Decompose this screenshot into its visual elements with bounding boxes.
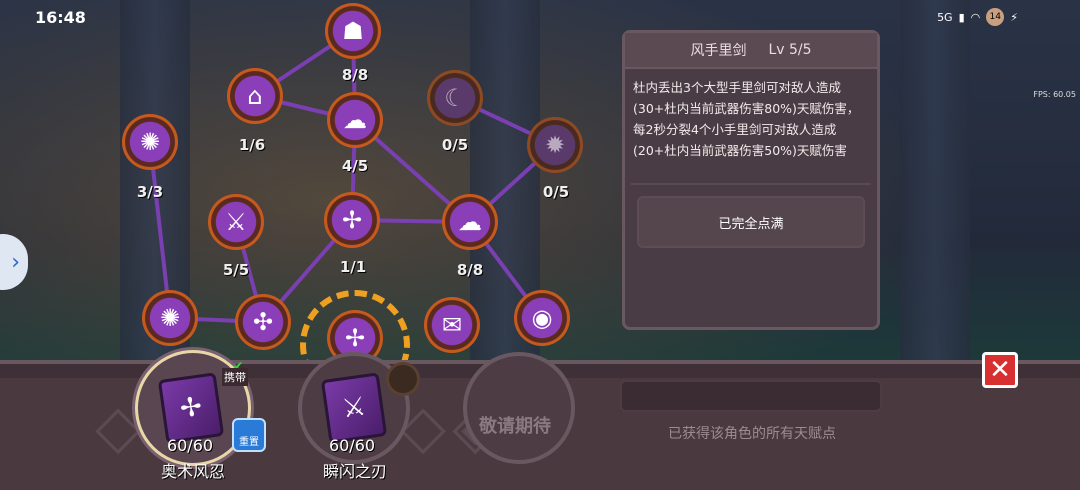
hood-icon: ☗ — [342, 17, 364, 45]
cloud-icon: ☁ — [458, 208, 482, 236]
reset-button[interactable]: 重置 — [232, 418, 266, 452]
talent-node-web[interactable]: ✺ — [142, 290, 198, 346]
talent-level: 0/5 — [542, 183, 570, 201]
skill-slot-name: 瞬闪之刃 — [322, 462, 388, 481]
talent-node-net[interactable]: ✺ — [122, 114, 178, 170]
talent-name: 风手里剑 — [690, 43, 747, 59]
spellbook-icon: ✢ — [157, 372, 225, 444]
talent-node-sickle[interactable]: ☾ — [427, 70, 483, 126]
maxed-status-button[interactable]: 已完全点满 — [637, 196, 865, 248]
shuriken-small-icon: ✢ — [344, 324, 366, 352]
talent-level: 8/8 — [341, 66, 369, 84]
name-bar — [620, 380, 882, 412]
net-icon: ✺ — [139, 128, 161, 156]
equipped-badge: 携带 — [222, 368, 248, 386]
scroll-icon: ✉ — [441, 311, 463, 339]
cloud-skull-icon: ☁ — [343, 106, 367, 134]
close-icon: ✕ — [989, 355, 1011, 385]
talent-node-hat[interactable]: ⌂ — [227, 68, 283, 124]
talent-level: 3/3 — [136, 183, 164, 201]
talent-level: 1/6 — [238, 136, 266, 154]
talent-detail-panel: 风手里剑 Lv 5/5 杜内丢出3个大型手里剑可对敌人造成(30+杜内当前武器伤… — [622, 30, 880, 330]
close-button[interactable]: ✕ — [982, 352, 1018, 388]
talent-level: 5/5 — [222, 261, 250, 279]
skill-points-count: 60/60 — [166, 436, 214, 455]
talent-detail-header: 风手里剑 Lv 5/5 — [625, 33, 877, 69]
coming-soon-label: 敬请期待 — [479, 416, 551, 437]
hat-icon: ⌂ — [247, 82, 263, 110]
talent-description: 杜内丢出3个大型手里剑可对敌人造成(30+杜内当前武器伤害80%)天赋伤害，每2… — [633, 80, 860, 158]
talent-node-crossed-blades[interactable]: ⚔ — [208, 194, 264, 250]
spellbook-icon: ⚔ — [320, 372, 388, 444]
spiky-icon: ✹ — [544, 131, 566, 159]
skill-slot-name: 奥术风忍 — [160, 462, 226, 481]
talent-node-scroll[interactable]: ✉ — [424, 297, 480, 353]
talent-node-eye[interactable]: ◉ — [514, 290, 570, 346]
skill-points-count: 60/60 — [328, 436, 376, 455]
eye-icon: ◉ — [531, 304, 553, 332]
divider — [631, 183, 871, 185]
sickle-icon: ☾ — [444, 84, 466, 112]
talent-level: 1/1 — [339, 258, 367, 276]
talent-node-hood[interactable]: ☗ — [325, 3, 381, 59]
talent-node-cloud[interactable]: ☁ — [442, 194, 498, 250]
talent-node-spiky[interactable]: ✹ — [527, 117, 583, 173]
talent-level: 0/5 — [441, 136, 469, 154]
shuriken-icon: ✢ — [341, 206, 363, 234]
talent-level: 4/5 — [341, 157, 369, 175]
tools-icon: ✣ — [252, 308, 274, 336]
indicator-dot — [386, 362, 420, 396]
web-icon: ✺ — [159, 304, 181, 332]
talent-level: 8/8 — [456, 261, 484, 279]
talent-node-tools[interactable]: ✣ — [235, 294, 291, 350]
talent-node-cloud-skull[interactable]: ☁ — [327, 92, 383, 148]
talent-level-label: Lv 5/5 — [768, 42, 812, 58]
all-points-note: 已获得该角色的所有天赋点 — [668, 426, 836, 442]
talent-node-shuriken[interactable]: ✢ — [324, 192, 380, 248]
crossed-blades-icon: ⚔ — [225, 208, 247, 236]
skill-slot-locked[interactable] — [463, 352, 575, 464]
